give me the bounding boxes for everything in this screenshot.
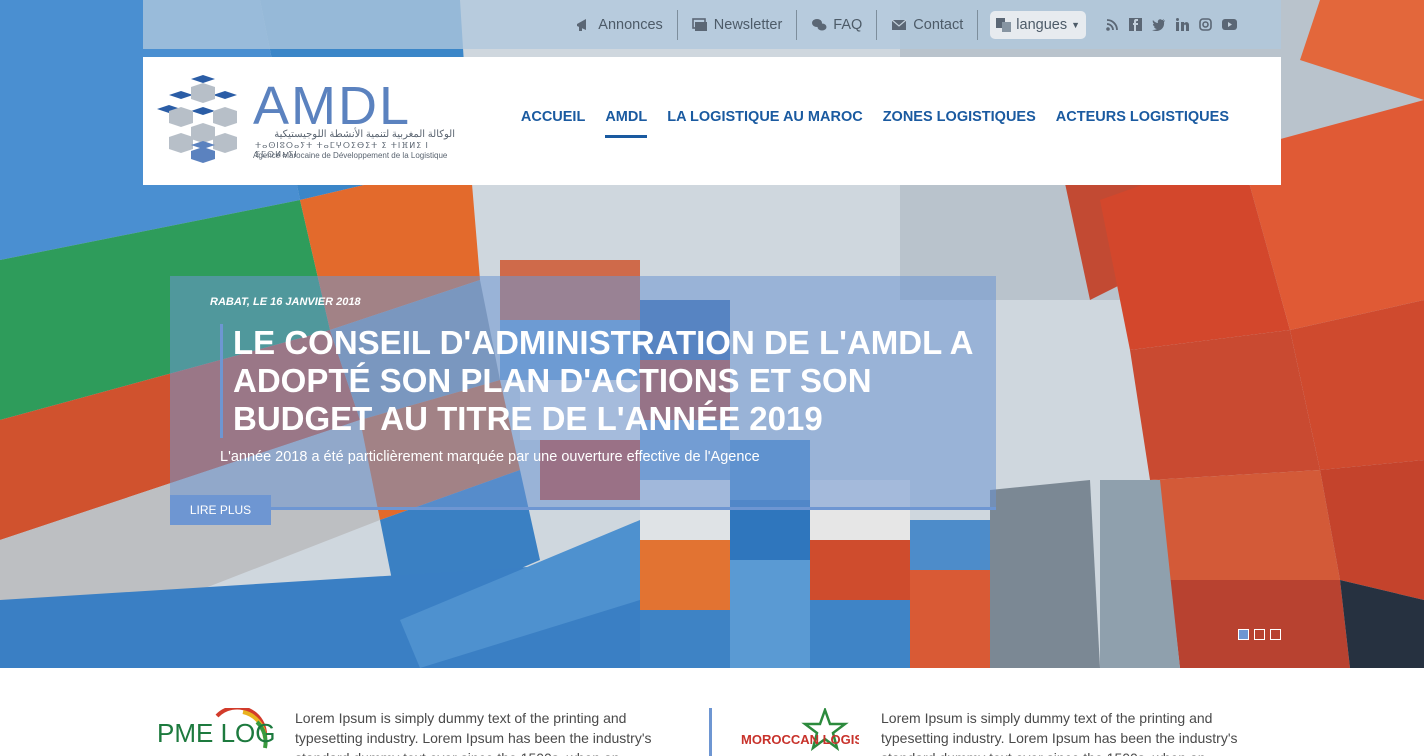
slider-dot-3[interactable] bbox=[1270, 629, 1281, 640]
slide-date: RABAT, LE 16 JANVIER 2018 bbox=[210, 296, 361, 308]
main-navigation: ACCUEIL AMDL LA LOGISTIQUE AU MAROC ZONE… bbox=[521, 109, 1229, 138]
partner-moroccan-logistics-text: Lorem Ipsum is simply dummy text of the … bbox=[881, 710, 1238, 756]
facebook-icon[interactable] bbox=[1129, 18, 1142, 31]
faq-label: FAQ bbox=[833, 16, 863, 33]
chat-bubbles-icon bbox=[812, 18, 827, 30]
envelope-stack-icon bbox=[691, 17, 707, 31]
newsletter-label: Newsletter bbox=[713, 16, 783, 33]
moroccan-logistics-logo-text: MOROCCAN LOGISTICS bbox=[741, 732, 859, 747]
utility-bar: Annonces Newsletter FAQ Contact langues … bbox=[143, 0, 1281, 49]
nav-item-logistique-maroc[interactable]: LA LOGISTIQUE AU MAROC bbox=[667, 109, 862, 138]
caret-down-icon: ▼ bbox=[1071, 19, 1080, 30]
language-label: langues bbox=[1016, 16, 1068, 33]
mail-icon bbox=[891, 19, 907, 30]
translate-icon bbox=[996, 17, 1012, 32]
twitter-icon[interactable] bbox=[1152, 18, 1166, 31]
slide-title: LE CONSEIL D'ADMINISTRATION DE L'AMDL A … bbox=[233, 324, 973, 437]
contact-link[interactable]: Contact bbox=[877, 9, 979, 40]
nav-item-amdl[interactable]: AMDL bbox=[605, 109, 647, 138]
slide-excerpt: L'année 2018 a été particlièrement marqu… bbox=[220, 449, 760, 465]
language-selector[interactable]: langues ▼ bbox=[990, 10, 1086, 39]
logo-arabic-text: الوكالة المغربية لتنمية الأنشطة اللوجيست… bbox=[274, 129, 455, 140]
social-links bbox=[1106, 18, 1237, 31]
amdl-logo[interactable]: AMDL الوكالة المغربية لتنمية الأنشطة الل… bbox=[157, 75, 467, 167]
partners-divider bbox=[709, 708, 712, 756]
site-header: AMDL الوكالة المغربية لتنمية الأنشطة الل… bbox=[143, 57, 1281, 185]
linkedin-icon[interactable] bbox=[1176, 18, 1189, 31]
faq-link[interactable]: FAQ bbox=[797, 9, 878, 40]
slider-dot-2[interactable] bbox=[1254, 629, 1265, 640]
slide-title-block: LE CONSEIL D'ADMINISTRATION DE L'AMDL A … bbox=[220, 324, 980, 438]
nav-item-zones-logistiques[interactable]: ZONES LOGISTIQUES bbox=[883, 109, 1036, 138]
instagram-icon[interactable] bbox=[1199, 18, 1212, 31]
logo-subtitle: Agence Marocaine de Développement de la … bbox=[253, 151, 448, 160]
slider-pagination bbox=[1238, 629, 1281, 640]
pme-logis-logo[interactable]: PME LOGIS bbox=[157, 708, 277, 756]
nav-item-accueil[interactable]: ACCUEIL bbox=[521, 109, 585, 138]
nav-item-acteurs-logistiques[interactable]: ACTEURS LOGISTIQUES bbox=[1056, 109, 1229, 138]
newsletter-link[interactable]: Newsletter bbox=[678, 9, 798, 40]
moroccan-logistics-logo[interactable]: MOROCCAN LOGISTICS bbox=[739, 708, 859, 756]
rss-icon[interactable] bbox=[1106, 18, 1119, 31]
pme-logis-logo-text: PME LOGIS bbox=[157, 718, 277, 748]
annonces-label: Annonces bbox=[598, 16, 663, 33]
slide-caption: RABAT, LE 16 JANVIER 2018 LE CONSEIL D'A… bbox=[170, 276, 996, 525]
contact-label: Contact bbox=[913, 16, 964, 33]
youtube-icon[interactable] bbox=[1222, 18, 1237, 31]
read-more-button[interactable]: LIRE PLUS bbox=[170, 495, 271, 525]
partners-section: PME LOGIS Lorem Ipsum is simply dummy te… bbox=[143, 668, 1281, 756]
cubes-logo-icon bbox=[157, 75, 237, 163]
slider-dot-1[interactable] bbox=[1238, 629, 1249, 640]
megaphone-icon bbox=[577, 18, 587, 31]
logo-brand-text: AMDL bbox=[253, 76, 412, 136]
annonces-link[interactable]: Annonces bbox=[562, 9, 678, 40]
partner-pme-logis-text: Lorem Ipsum is simply dummy text of the … bbox=[295, 710, 652, 756]
